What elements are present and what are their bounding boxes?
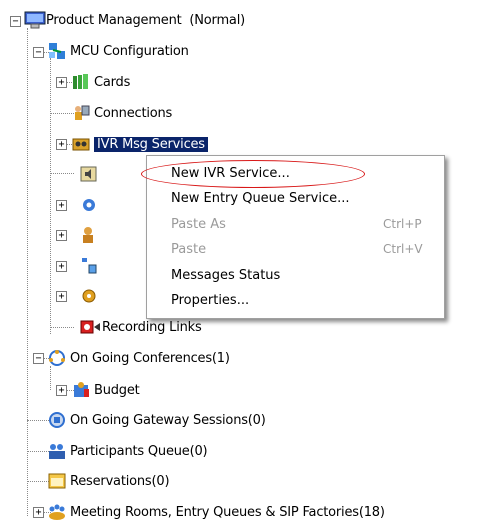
tree-label: Meeting Rooms, Entry Queues & SIP Factor… bbox=[70, 504, 385, 520]
tree-item-meeting-rooms[interactable]: Meeting Rooms, Entry Queues & SIP Factor… bbox=[48, 502, 385, 522]
recording-icon bbox=[80, 318, 100, 336]
tree-label: On Going Conferences(1) bbox=[70, 350, 230, 366]
calendar-icon bbox=[48, 472, 66, 490]
ivr-icon bbox=[72, 135, 90, 153]
tree-label: Product Management (Normal) bbox=[46, 12, 245, 28]
tree-label: Reservations(0) bbox=[70, 473, 170, 489]
tree-item-gateway-sessions[interactable]: On Going Gateway Sessions(0) bbox=[48, 410, 266, 430]
budget-icon bbox=[72, 381, 90, 399]
expand-budget-toggle[interactable]: + bbox=[56, 385, 67, 396]
tree-item-mcu-configuration[interactable]: MCU Configuration bbox=[48, 41, 189, 61]
tree-item-reservations[interactable]: Reservations(0) bbox=[48, 471, 170, 491]
tree-item-cards[interactable]: Cards bbox=[72, 72, 130, 92]
menu-item-paste-as[interactable]: Paste As Ctrl+P bbox=[147, 212, 444, 236]
tree-label: MCU Configuration bbox=[70, 43, 189, 59]
tree-item-hidden[interactable] bbox=[80, 195, 102, 215]
menu-item-paste[interactable]: Paste Ctrl+V bbox=[147, 237, 444, 261]
expand-ivr-toggle[interactable]: + bbox=[56, 139, 67, 150]
tree-label: Budget bbox=[94, 382, 140, 398]
tree-label: On Going Gateway Sessions(0) bbox=[70, 412, 266, 428]
tree-label: Connections bbox=[94, 105, 173, 121]
user-icon bbox=[80, 226, 98, 244]
expand-cards-toggle[interactable]: + bbox=[56, 77, 67, 88]
tree-label: Cards bbox=[94, 74, 131, 90]
collapse-root-toggle[interactable]: − bbox=[10, 16, 21, 27]
menu-item-messages-status[interactable]: Messages Status bbox=[147, 263, 444, 287]
collapse-mcu-toggle[interactable]: − bbox=[33, 47, 44, 58]
gateway-icon bbox=[48, 411, 66, 429]
menu-item-properties[interactable]: Properties... bbox=[147, 288, 444, 312]
tree-label-selected: IVR Msg Services bbox=[94, 136, 208, 152]
shortcut-label: Ctrl+P bbox=[383, 217, 422, 231]
tree-item-hidden[interactable] bbox=[80, 225, 102, 245]
expand-meeting-rooms-toggle[interactable]: + bbox=[33, 507, 44, 518]
tree-item-hidden[interactable] bbox=[80, 286, 102, 306]
shortcut-label: Ctrl+V bbox=[383, 242, 423, 256]
menu-item-new-entry-queue-service[interactable]: New Entry Queue Service... bbox=[147, 186, 444, 210]
collapse-conferences-toggle[interactable]: − bbox=[33, 353, 44, 364]
expand-node-toggle[interactable]: + bbox=[56, 291, 67, 302]
expand-node-toggle[interactable]: + bbox=[56, 261, 67, 272]
tree-item-ivr-msg-services[interactable]: IVR Msg Services bbox=[72, 134, 208, 154]
tree-item-product-management[interactable]: Product Management (Normal) bbox=[24, 10, 245, 30]
connections-icon bbox=[72, 104, 90, 122]
highlight-oval bbox=[141, 160, 365, 188]
computer-icon bbox=[24, 11, 46, 29]
tree-label: Recording Links bbox=[102, 319, 202, 335]
settings-icon bbox=[80, 287, 98, 305]
tree-item-connections[interactable]: Connections bbox=[72, 103, 172, 123]
tree-node-icon bbox=[80, 257, 98, 275]
conference-icon bbox=[48, 349, 66, 367]
tree-item-participants-queue[interactable]: Participants Queue(0) bbox=[48, 441, 208, 461]
tree-item-hidden[interactable] bbox=[80, 256, 102, 276]
meeting-rooms-icon bbox=[48, 503, 66, 521]
gear-network-icon bbox=[80, 196, 98, 214]
speaker-icon bbox=[80, 165, 98, 183]
tree-item-recording-links[interactable]: Recording Links bbox=[80, 317, 202, 337]
tree-label: Participants Queue(0) bbox=[70, 443, 208, 459]
tree-item-ongoing-conferences[interactable]: On Going Conferences(1) bbox=[48, 348, 230, 368]
participants-icon bbox=[48, 442, 66, 460]
network-config-icon bbox=[48, 42, 66, 60]
tree-item-hidden[interactable] bbox=[80, 164, 102, 184]
cards-icon bbox=[72, 73, 90, 91]
tree-item-budget[interactable]: Budget bbox=[72, 380, 140, 400]
expand-node-toggle[interactable]: + bbox=[56, 230, 67, 241]
expand-node-toggle[interactable]: + bbox=[56, 200, 67, 211]
